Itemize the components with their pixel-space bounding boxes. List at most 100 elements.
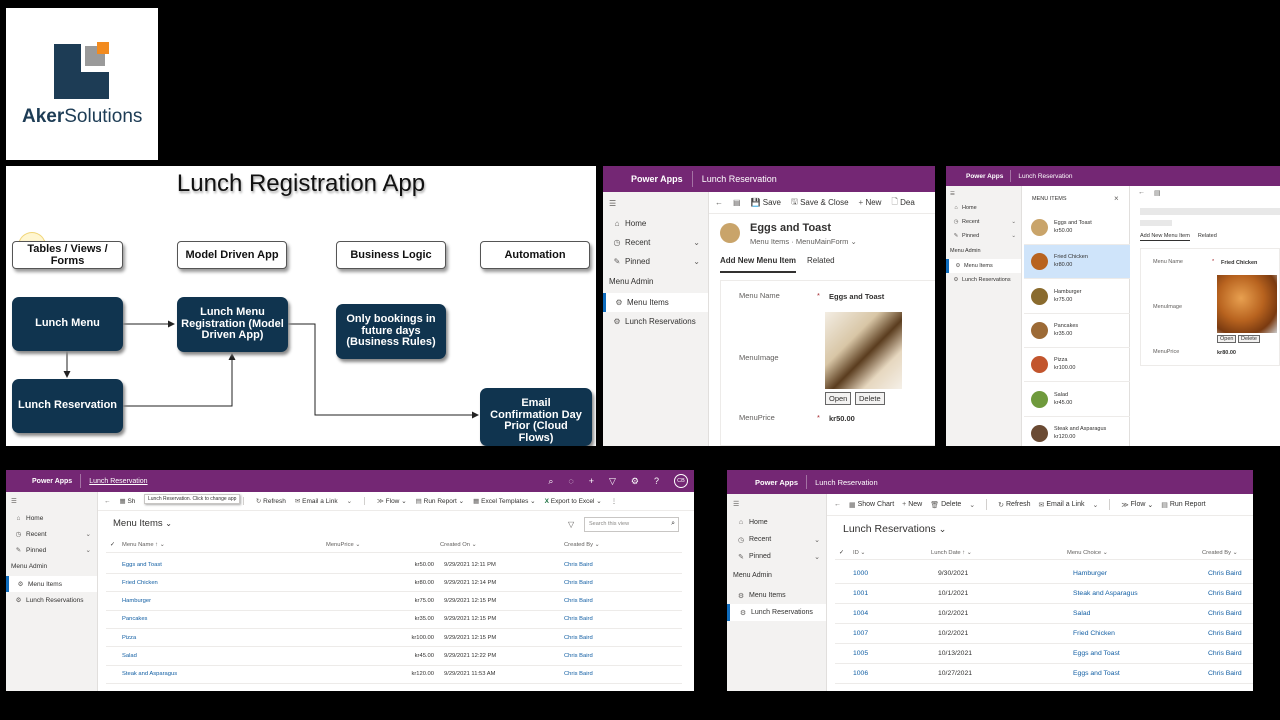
cell-menu-name[interactable]: Pancakes xyxy=(122,616,292,622)
list-item[interactable]: Fried Chicken kr80.00 xyxy=(1024,245,1130,280)
cell-menu-name[interactable]: Salad xyxy=(122,653,292,659)
view-selector[interactable]: Menu Items ⌄ xyxy=(113,518,172,529)
record-icon[interactable]: ▤ xyxy=(733,198,741,207)
table-row[interactable]: Eggs and Toast kr50.00 9/29/2021 12:11 PM C… xyxy=(106,556,682,574)
nav-recent[interactable]: ◷ Recent ⌄ xyxy=(603,233,708,252)
nav-menu-items[interactable]: ⚙ Menu Items xyxy=(727,587,826,604)
tab-add-new-menu-item[interactable]: Add New Menu Item xyxy=(720,256,797,273)
run-report-button[interactable]: ▤ Run Report ⌄ xyxy=(416,497,464,506)
column-created-by[interactable]: Created By ⌄ xyxy=(1202,550,1237,556)
column-menu-name[interactable]: Menu Name ↑ ⌄ xyxy=(120,542,326,548)
table-row[interactable]: 1001 10/1/2021 Steak and Asparagus Chris Ba… xyxy=(835,584,1253,604)
cell-menu-name[interactable]: Fried Chicken xyxy=(122,580,292,586)
image-open-button[interactable]: Open xyxy=(825,392,852,405)
table-row[interactable]: Steak and Asparagus kr120.00 9/29/2021 11:… xyxy=(106,666,682,684)
nav-lunch-reservations[interactable]: ⚙ Lunch Reservations xyxy=(603,312,708,331)
cell-created-by[interactable]: Chris Baird xyxy=(564,598,593,604)
email-link-button[interactable]: ✉ Email a Link xyxy=(1039,501,1085,509)
table-row[interactable]: 1005 10/13/2021 Eggs and Toast Chris Baird xyxy=(835,644,1253,664)
cell-menu-choice[interactable]: Eggs and Toast xyxy=(1073,670,1208,677)
nav-menu-items[interactable]: ⚙ Menu Items xyxy=(946,259,1021,273)
table-row[interactable]: Fried Chicken kr80.00 9/29/2021 12:14 PM Ch… xyxy=(106,574,682,593)
delete-button[interactable]: 🗑 Delete xyxy=(930,501,961,509)
back-arrow-icon[interactable]: ← xyxy=(715,198,723,207)
save-button[interactable]: 💾 Save xyxy=(751,198,781,207)
hamburger-menu-icon[interactable]: ☰ xyxy=(603,192,708,214)
plus-icon[interactable]: + xyxy=(589,476,594,486)
cell-created-by[interactable]: Chris Baird xyxy=(1208,650,1242,657)
refresh-button[interactable]: ↻ Refresh xyxy=(256,497,286,506)
cell-menu-choice[interactable]: Fried Chicken xyxy=(1073,630,1208,637)
cell-menu-name[interactable]: Steak and Asparagus xyxy=(122,671,292,677)
gear-icon[interactable]: ⚙ xyxy=(631,476,639,487)
power-apps-brand[interactable]: Power Apps xyxy=(966,173,1003,180)
cell-created-by[interactable]: Chris Baird xyxy=(564,653,593,659)
menu-price-field[interactable]: kr50.00 xyxy=(829,414,855,423)
tab-related[interactable]: Related xyxy=(807,256,835,274)
new-button[interactable]: + New xyxy=(902,501,922,508)
show-chart-button[interactable]: ▦ Show Chart xyxy=(849,501,894,509)
cell-created-by[interactable]: Chris Baird xyxy=(564,635,593,641)
cell-id[interactable]: 1000 xyxy=(853,570,938,577)
column-created-by[interactable]: Created By ⌄ xyxy=(564,542,599,548)
select-all-checkbox[interactable]: ✓ xyxy=(106,542,120,548)
filter-icon[interactable]: ▽ xyxy=(609,476,616,487)
nav-lunch-reservations[interactable]: ⚙ Lunch Reservations xyxy=(946,273,1021,287)
table-row[interactable]: Pizza kr100.00 9/29/2021 12:15 PM Chris Bai… xyxy=(106,629,682,648)
lightbulb-icon[interactable]: ◌ xyxy=(568,476,573,486)
cell-id[interactable]: 1007 xyxy=(853,630,938,637)
power-apps-brand[interactable]: Power Apps xyxy=(755,478,798,487)
nav-lunch-reservations[interactable]: ⚙ Lunch Reservations xyxy=(6,592,97,608)
cell-menu-choice[interactable]: Eggs and Toast xyxy=(1073,650,1208,657)
tab-add-new-menu-item[interactable]: Add New Menu Item xyxy=(1140,233,1190,241)
cell-created-by[interactable]: Chris Baird xyxy=(1208,590,1242,597)
nav-home[interactable]: ⌂ Home xyxy=(946,201,1021,215)
list-item[interactable]: Steak and Asparagus kr120.00 xyxy=(1024,417,1130,446)
chevron-down-icon[interactable]: ⌄ xyxy=(969,501,975,509)
deactivate-button[interactable]: 🗋 Dea xyxy=(891,196,914,210)
new-button[interactable]: + New xyxy=(859,198,882,207)
refresh-button[interactable]: ↻ Refresh xyxy=(998,501,1030,509)
nav-recent[interactable]: ◷ Recent ⌄ xyxy=(946,215,1021,229)
cell-menu-choice[interactable]: Hamburger xyxy=(1073,570,1208,577)
nav-lunch-reservations[interactable]: ⚙ Lunch Reservations xyxy=(727,604,826,621)
table-row[interactable]: 1004 10/2/2021 Salad Chris Baird xyxy=(835,604,1253,624)
form-selector[interactable]: MenuMainForm xyxy=(796,237,849,246)
save-close-button[interactable]: 🖫 Save & Close xyxy=(791,196,849,210)
list-item[interactable]: Pizza kr100.00 xyxy=(1024,348,1130,383)
app-name[interactable]: Lunch Reservation xyxy=(1018,173,1072,180)
nav-menu-items[interactable]: ⚙ Menu Items xyxy=(603,293,708,312)
column-lunch-date[interactable]: Lunch Date ↑ ⌄ xyxy=(931,550,1067,556)
cell-id[interactable]: 1006 xyxy=(853,670,938,677)
nav-home[interactable]: ⌂ Home xyxy=(6,510,97,526)
cell-id[interactable]: 1004 xyxy=(853,610,938,617)
nav-home[interactable]: ⌂ Home xyxy=(727,514,826,531)
close-icon[interactable]: × xyxy=(1114,194,1119,203)
export-excel-button[interactable]: X Export to Excel ⌄ xyxy=(545,497,602,506)
search-icon[interactable]: ⌕ xyxy=(548,476,553,487)
table-row[interactable]: Salad kr45.00 9/29/2021 12:22 PM Chris Bair… xyxy=(106,648,682,666)
cell-created-by[interactable]: Chris Baird xyxy=(564,616,593,622)
image-delete-button[interactable]: Delete xyxy=(1238,335,1260,343)
image-delete-button[interactable]: Delete xyxy=(855,392,885,405)
view-selector[interactable]: Lunch Reservations ⌄ xyxy=(843,523,946,535)
chevron-down-icon[interactable]: ⌄ xyxy=(347,497,352,505)
user-avatar[interactable]: CB xyxy=(674,474,688,488)
flow-button[interactable]: ≫ Flow ⌄ xyxy=(377,497,407,506)
tab-related[interactable]: Related xyxy=(1198,233,1217,241)
cell-menu-name[interactable]: Eggs and Toast xyxy=(122,562,292,568)
app-name[interactable]: Lunch Reservation xyxy=(815,478,878,487)
list-item[interactable]: Salad kr45.00 xyxy=(1024,383,1130,417)
cell-menu-name[interactable]: Pizza xyxy=(122,635,292,641)
menu-price-field[interactable]: kr80.00 xyxy=(1217,350,1236,356)
email-link-button[interactable]: ✉ Email a Link xyxy=(295,497,338,506)
record-icon[interactable]: ▤ xyxy=(1154,189,1161,197)
cell-created-by[interactable]: Chris Baird xyxy=(1208,570,1242,577)
hamburger-menu-icon[interactable]: ☰ xyxy=(946,186,1021,201)
cell-menu-choice[interactable]: Steak and Asparagus xyxy=(1073,590,1208,597)
menu-name-field[interactable]: Eggs and Toast xyxy=(829,292,884,301)
chevron-down-icon[interactable]: ⌄ xyxy=(1092,501,1098,509)
column-menu-choice[interactable]: Menu Choice ⌄ xyxy=(1067,550,1202,556)
list-item[interactable]: Pancakes kr35.00 xyxy=(1024,314,1130,348)
nav-recent[interactable]: ◷ Recent ⌄ xyxy=(6,526,97,542)
